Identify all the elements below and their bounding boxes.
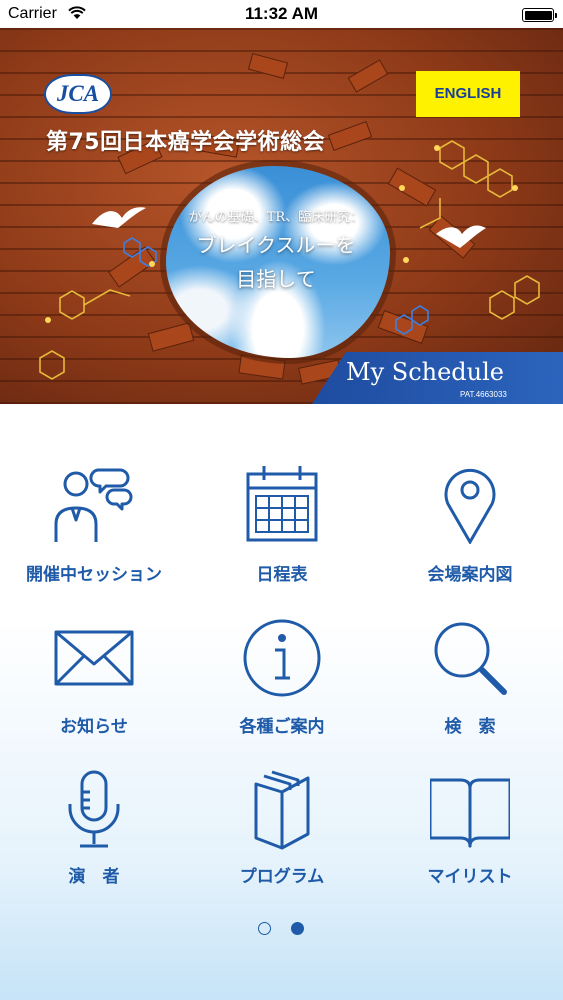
menu-label: プログラム xyxy=(239,867,325,887)
menu-label: 会場案内図 xyxy=(427,565,513,585)
menu-label: 日程表 xyxy=(256,565,308,585)
menu-item-information[interactable]: 各種ご案内 xyxy=(188,618,376,758)
battery-icon xyxy=(522,8,557,22)
menu-item-search[interactable]: 検 索 xyxy=(376,618,563,758)
menu-grid: 開催中セッション 日程表 会場案内図 お知らせ 各種ご案内 検 索 演 者 プロ… xyxy=(0,404,563,904)
menu-item-program[interactable]: プログラム xyxy=(188,770,376,910)
menu-item-speakers[interactable]: 演 者 xyxy=(0,770,188,910)
menu-label: 開催中セッション xyxy=(26,565,162,585)
english-button[interactable]: ENGLISH xyxy=(416,71,520,117)
app-name: My Schedule xyxy=(346,358,505,386)
menu-item-venue-map[interactable]: 会場案内図 xyxy=(376,464,563,604)
theme-title-line2: 目指して xyxy=(236,267,316,291)
status-bar: Carrier 11:32 AM xyxy=(0,0,563,28)
patent-number: PAT.4663033 xyxy=(460,390,507,399)
map-pin-icon xyxy=(444,468,496,544)
program-book-icon xyxy=(254,770,310,850)
theme-title-line1: ブレイクスルーを xyxy=(196,233,356,257)
menu-label: 検 索 xyxy=(444,717,496,737)
theme-subtitle: がんの基礎、TR、臨床研究： xyxy=(188,210,364,225)
presenter-chat-icon xyxy=(54,468,133,542)
theme-title: ブレイクスルーを 目指して xyxy=(170,228,382,296)
info-icon xyxy=(243,619,321,697)
search-icon xyxy=(434,622,507,695)
menu-label: お知らせ xyxy=(60,717,128,737)
menu-item-current-sessions[interactable]: 開催中セッション xyxy=(0,464,188,604)
clock: 11:32 AM xyxy=(244,4,319,23)
mail-icon xyxy=(54,630,134,686)
open-book-icon xyxy=(430,778,510,848)
menu-item-schedule[interactable]: 日程表 xyxy=(188,464,376,604)
calendar-icon xyxy=(246,466,318,542)
menu-item-notices[interactable]: お知らせ xyxy=(0,618,188,758)
menu-item-my-list[interactable]: マイリスト xyxy=(376,770,563,910)
menu-label: マイリスト xyxy=(427,867,513,887)
microphone-icon xyxy=(68,770,120,848)
page-dot-1[interactable] xyxy=(258,922,271,935)
menu-label: 各種ご案内 xyxy=(239,717,325,737)
congress-title: 第75回日本癌学会学術総会 xyxy=(46,130,326,155)
jca-logo: JCA xyxy=(44,74,112,114)
hero-banner: JCA 第75回日本癌学会学術総会 ENGLISH がんの基礎、TR、臨床研究：… xyxy=(0,28,563,404)
page-dot-2[interactable] xyxy=(291,922,304,935)
menu-label: 演 者 xyxy=(68,867,120,887)
